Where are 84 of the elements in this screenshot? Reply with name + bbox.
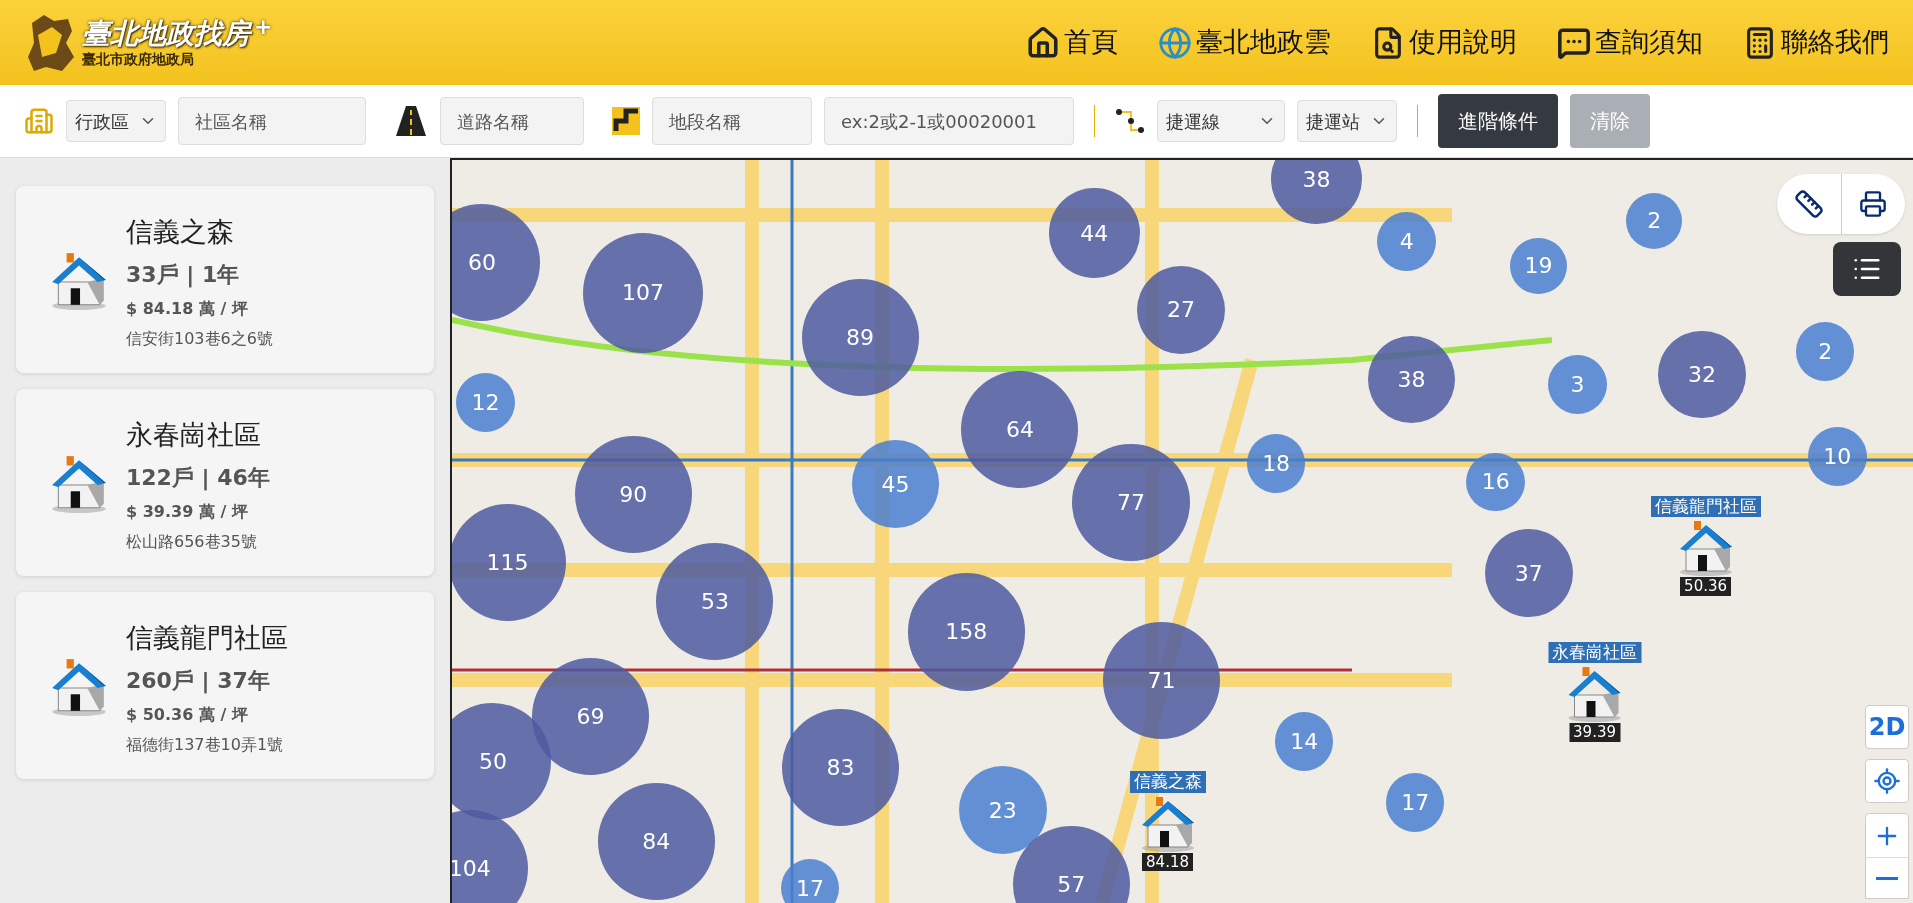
marker-price: 84.18 xyxy=(1142,852,1194,872)
cluster-marker[interactable]: 2 xyxy=(1795,322,1855,381)
marker-price: 39.39 xyxy=(1569,723,1621,743)
home-icon xyxy=(1026,25,1060,60)
nav-link[interactable]: 臺北地政雲 xyxy=(1158,22,1331,63)
cluster-marker[interactable]: 115 xyxy=(452,503,567,621)
listing-price: $ 84.18 萬 / 坪 xyxy=(126,298,249,321)
listing-price: $ 50.36 萬 / 坪 xyxy=(126,704,249,727)
cluster-marker[interactable]: 71 xyxy=(1102,622,1220,740)
cluster-marker[interactable]: 3 xyxy=(1548,355,1607,414)
cluster-marker[interactable]: 84 xyxy=(597,783,715,901)
cluster-marker[interactable]: 12 xyxy=(456,373,515,432)
cluster-marker[interactable]: 53 xyxy=(656,542,774,660)
cluster-marker[interactable]: 2 xyxy=(1626,192,1683,249)
cluster-marker[interactable]: 64 xyxy=(961,370,1079,488)
locate-icon xyxy=(1873,767,1901,795)
metro-line-icon xyxy=(1115,106,1145,136)
cluster-marker[interactable]: 69 xyxy=(531,657,650,775)
nav-link[interactable]: 查詢須知 xyxy=(1557,22,1703,63)
cluster-marker[interactable]: 14 xyxy=(1274,712,1334,772)
marker-label: 信義龍門社區 xyxy=(1650,495,1761,517)
cluster-marker[interactable]: 158 xyxy=(907,573,1025,691)
cluster-marker[interactable]: 17 xyxy=(1385,773,1445,833)
cluster-marker[interactable]: 83 xyxy=(782,708,900,826)
cluster-marker[interactable]: 38 xyxy=(1271,160,1362,225)
listing-units-age: 33戶 | 1年 xyxy=(126,261,241,290)
marker-label: 永春崗社區 xyxy=(1548,642,1642,664)
cluster-marker[interactable]: 17 xyxy=(780,858,840,903)
lot-number-input[interactable]: ex:2或2-1或00020001 xyxy=(824,97,1074,145)
parcel-icon xyxy=(612,107,640,135)
listing-card[interactable]: 信義龍門社區 260戶 | 37年 $ 50.36 萬 / 坪 福德街137巷10弄1號 xyxy=(16,592,434,779)
cluster-marker[interactable]: 4 xyxy=(1377,212,1436,271)
road-icon xyxy=(394,104,428,138)
road-input[interactable]: 道路名稱 xyxy=(440,97,584,145)
view-mode-button[interactable]: 2D xyxy=(1865,705,1909,749)
logo-subtitle: 臺北市政府地政局 xyxy=(82,51,195,69)
listing-address: 松山路656巷35號 xyxy=(126,531,258,554)
ruler-icon xyxy=(1793,189,1824,219)
nav-link[interactable]: 使用說明 xyxy=(1371,22,1517,63)
cluster-marker[interactable]: 77 xyxy=(1072,444,1190,562)
cluster-marker[interactable]: 16 xyxy=(1466,452,1525,512)
cluster-marker[interactable]: 104 xyxy=(452,810,529,903)
print-icon xyxy=(1859,190,1888,218)
listing-card[interactable]: 信義之森 33戶 | 1年 $ 84.18 萬 / 坪 信安街103巷6之6號 xyxy=(16,186,434,373)
cluster-marker[interactable]: 45 xyxy=(851,440,940,529)
cluster-marker[interactable]: 60 xyxy=(452,203,541,321)
nav-link[interactable]: 首頁 xyxy=(1026,22,1118,63)
cluster-marker[interactable]: 89 xyxy=(801,279,919,397)
cluster-marker[interactable]: 90 xyxy=(574,435,692,553)
cluster-marker[interactable]: 18 xyxy=(1246,434,1306,493)
listing-units-age: 122戶 | 46年 xyxy=(126,464,270,493)
listing-address: 福德街137巷10弄1號 xyxy=(126,734,285,757)
mrt-line-select[interactable]: 捷運線 xyxy=(1157,100,1285,142)
cluster-marker[interactable]: 38 xyxy=(1367,335,1456,424)
cluster-marker[interactable]: 27 xyxy=(1137,265,1225,354)
cluster-marker[interactable]: 37 xyxy=(1484,529,1573,618)
district-select[interactable]: 行政區 xyxy=(66,100,166,142)
chat-icon xyxy=(1557,25,1591,60)
cluster-marker[interactable]: 10 xyxy=(1808,427,1867,486)
building-icon xyxy=(24,106,54,136)
cluster-marker[interactable]: 19 xyxy=(1510,237,1567,294)
list-button[interactable] xyxy=(1833,242,1901,296)
mrt-station-select[interactable]: 捷運站 xyxy=(1297,100,1397,142)
toolbar-button[interactable]: 進階條件 xyxy=(1438,94,1558,148)
cluster-marker[interactable]: 107 xyxy=(583,233,703,353)
listing-card[interactable]: 永春崗社區 122戶 | 46年 $ 39.39 萬 / 坪 松山路656巷35號 xyxy=(16,389,434,576)
logo-plus: + xyxy=(254,16,273,39)
listing-address: 信安街103巷6之6號 xyxy=(126,328,273,351)
cluster-marker[interactable]: 44 xyxy=(1049,187,1140,279)
globe-icon xyxy=(1158,25,1192,60)
cluster-marker[interactable]: 32 xyxy=(1658,330,1746,419)
section-input[interactable]: 地段名稱 xyxy=(652,97,812,145)
community-input[interactable]: 社區名稱 xyxy=(178,97,366,145)
cluster-marker[interactable]: 23 xyxy=(958,766,1047,854)
listing-name: 信義之森 xyxy=(126,214,235,249)
marker-label: 信義之森 xyxy=(1129,771,1206,793)
marker-price: 50.36 xyxy=(1680,576,1732,596)
listing-name: 永春崗社區 xyxy=(126,417,262,452)
listing-name: 信義龍門社區 xyxy=(126,620,288,655)
locate-button[interactable] xyxy=(1865,759,1909,803)
listing-price: $ 39.39 萬 / 坪 xyxy=(126,501,249,524)
minus-icon xyxy=(1876,876,1898,880)
listing-units-age: 260戶 | 37年 xyxy=(126,667,271,696)
nav-link[interactable]: 聯絡我們 xyxy=(1743,22,1889,63)
